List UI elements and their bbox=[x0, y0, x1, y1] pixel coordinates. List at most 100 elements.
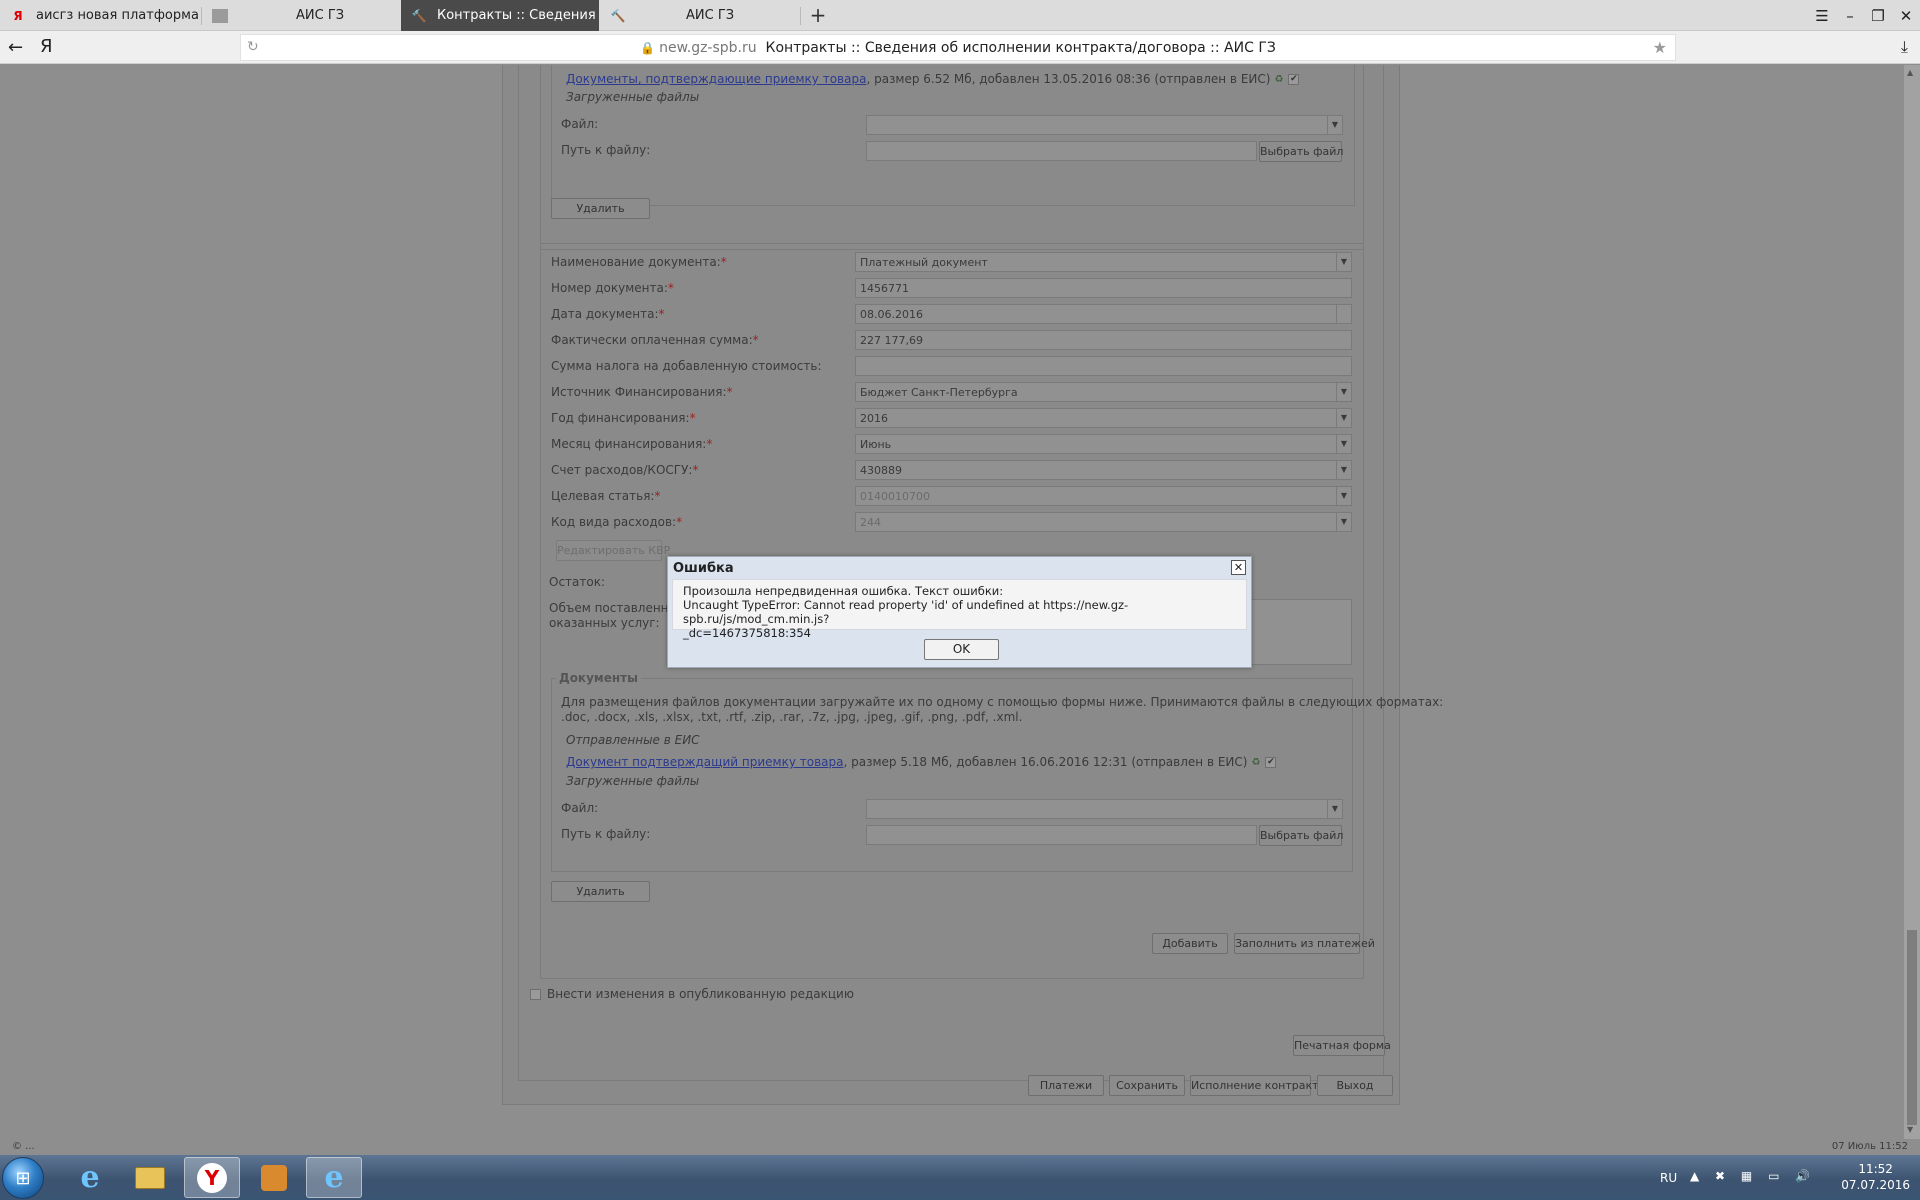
print-form-button[interactable]: Печатная форма bbox=[1293, 1035, 1391, 1056]
lower-choose-file-button[interactable]: Выбрать файл bbox=[1259, 825, 1343, 846]
back-arrow-icon[interactable]: ← bbox=[8, 37, 23, 58]
upper-delete-button[interactable]: Удалить bbox=[551, 198, 650, 219]
chevron-down-icon[interactable]: ▼ bbox=[1337, 461, 1351, 479]
status-left: © ... bbox=[12, 1141, 35, 1152]
chevron-down-icon[interactable]: ▼ bbox=[1336, 253, 1351, 271]
exit-button[interactable]: Выход bbox=[1317, 1075, 1393, 1096]
publish-changes-option[interactable]: Внести изменения в опубликованную редакц… bbox=[530, 987, 854, 1001]
internet-explorer-active-icon[interactable]: e bbox=[306, 1157, 362, 1198]
doc-name-select[interactable]: Платежный документ bbox=[855, 252, 1352, 272]
restore-icon[interactable]: ❐ bbox=[1864, 7, 1892, 25]
bookmark-star-icon[interactable]: ★ bbox=[1653, 38, 1667, 57]
hammer-icon: 🔨 bbox=[610, 8, 626, 23]
upper-file-link[interactable]: Документы, подтверждающие приемку товара bbox=[566, 72, 866, 86]
media-player-icon[interactable] bbox=[246, 1157, 302, 1198]
doc-number-label: Номер документа:* bbox=[551, 281, 674, 295]
page-scrollbar[interactable]: ▲ ▼ bbox=[1904, 65, 1920, 1139]
funding-month-select[interactable]: Июнь bbox=[855, 434, 1352, 454]
page-title: Контракты :: Сведения об исполнении конт… bbox=[765, 40, 1276, 56]
contract-execution-button[interactable]: Исполнение контракта bbox=[1190, 1075, 1325, 1096]
funding-year-arrow[interactable]: ▼ bbox=[1336, 408, 1352, 428]
account-select[interactable]: 430889 bbox=[855, 460, 1352, 480]
save-button[interactable]: Сохранить bbox=[1109, 1075, 1185, 1096]
upper-sent-file: Документы, подтверждающие приемку товара… bbox=[566, 72, 1300, 86]
calendar-icon[interactable] bbox=[1336, 304, 1352, 324]
publish-changes-checkbox[interactable] bbox=[530, 989, 541, 1000]
tab-separator bbox=[800, 7, 801, 25]
tab-aisgz-search[interactable]: Я аисгз новая платформа — bbox=[0, 0, 200, 31]
upper-path-label: Путь к файлу: bbox=[561, 143, 651, 157]
chevron-down-icon[interactable]: ▼ bbox=[1327, 116, 1342, 134]
chevron-down-icon[interactable]: ▼ bbox=[1337, 435, 1351, 453]
internet-explorer-icon[interactable]: e bbox=[62, 1157, 118, 1198]
upload-instructions-line2: .doc, .docx, .xls, .xlsx, .txt, .rtf, .z… bbox=[561, 710, 1023, 724]
tray-icons[interactable]: ▲ ✖ ▦ ▭ 🔊 bbox=[1690, 1169, 1816, 1183]
ok-button[interactable]: OK bbox=[924, 639, 999, 660]
chevron-down-icon[interactable]: ▼ bbox=[1337, 409, 1351, 427]
doc-date-label: Дата документа:* bbox=[551, 307, 665, 321]
language-indicator[interactable]: RU bbox=[1660, 1171, 1677, 1185]
new-tab-icon[interactable]: + bbox=[806, 3, 830, 27]
fill-from-payments-button[interactable]: Заполнить из платежей bbox=[1234, 933, 1375, 954]
tab-contracts-active[interactable]: 🔨 Контракты :: Сведения о ✕ bbox=[401, 0, 599, 31]
scroll-down-icon[interactable]: ▼ bbox=[1907, 1125, 1913, 1134]
lower-file-select[interactable]: ▼ bbox=[866, 799, 1343, 819]
funding-month-arrow[interactable]: ▼ bbox=[1336, 434, 1352, 454]
close-icon[interactable]: ✕ bbox=[1231, 560, 1246, 575]
paid-sum-input[interactable]: 227 177,69 bbox=[855, 330, 1352, 350]
clock-time: 11:52 bbox=[1858, 1162, 1893, 1176]
download-icon[interactable]: ⤓ bbox=[1901, 37, 1908, 57]
publish-changes-label: Внести изменения в опубликованную редакц… bbox=[547, 987, 854, 1001]
payments-button[interactable]: Платежи bbox=[1028, 1075, 1104, 1096]
minimize-icon[interactable]: – bbox=[1836, 7, 1864, 25]
browser-tab-bar: Я аисгз новая платформа — АИС ГЗ 🔨 Контр… bbox=[0, 0, 1920, 31]
address-bar: ← Я ↻ 🔒 new.gz-spb.ru Контракты :: Сведен… bbox=[0, 31, 1920, 64]
file-explorer-icon[interactable] bbox=[122, 1157, 178, 1198]
doc-number-input[interactable]: 1456771 bbox=[855, 278, 1352, 298]
chevron-down-icon[interactable]: ▼ bbox=[1327, 800, 1342, 818]
yandex-browser-icon[interactable]: Y bbox=[184, 1157, 240, 1198]
target-select: 0140010700 bbox=[855, 486, 1352, 506]
tab-ais-gz-2[interactable]: 🔨 АИС ГЗ bbox=[600, 0, 800, 31]
funding-source-label: Источник Финансирования:* bbox=[551, 385, 733, 399]
funding-source-arrow[interactable]: ▼ bbox=[1336, 382, 1352, 402]
yandex-home-icon[interactable]: Я bbox=[40, 36, 53, 57]
checkbox-icon[interactable]: ✔ bbox=[1265, 757, 1277, 768]
menu-icon[interactable]: ☰ bbox=[1808, 7, 1836, 25]
lower-delete-button[interactable]: Удалить bbox=[551, 881, 650, 902]
scrollbar-thumb[interactable] bbox=[1907, 930, 1917, 1125]
add-button[interactable]: Добавить bbox=[1152, 933, 1228, 954]
lower-path-label: Путь к файлу: bbox=[561, 827, 651, 841]
clock[interactable]: 11:52 07.07.2016 bbox=[1841, 1161, 1910, 1193]
lower-file-link[interactable]: Документ подтверждащий приемку товара bbox=[566, 755, 843, 769]
account-arrow[interactable]: ▼ bbox=[1336, 460, 1352, 480]
doc-name-dropdown-arrow[interactable]: ▼ bbox=[1336, 252, 1352, 272]
funding-source-select[interactable]: Бюджет Санкт-Петербурга bbox=[855, 382, 1352, 402]
dialog-message-line1: Произошла непредвиденная ошибка. Текст о… bbox=[683, 584, 1004, 598]
lower-path-input[interactable] bbox=[866, 825, 1257, 845]
dialog-title: Ошибка bbox=[673, 561, 734, 576]
scroll-up-icon[interactable]: ▲ bbox=[1907, 68, 1913, 77]
windows-start-icon[interactable]: ⊞ bbox=[2, 1157, 44, 1199]
error-dialog: Ошибка ✕ Произошла непредвиденная ошибка… bbox=[667, 556, 1252, 668]
tab-ais-gz-1[interactable]: АИС ГЗ bbox=[202, 0, 400, 31]
yandex-icon: Я bbox=[13, 8, 23, 23]
vat-input[interactable] bbox=[855, 356, 1352, 376]
upper-choose-file-button[interactable]: Выбрать файл bbox=[1259, 141, 1343, 162]
remainder-label: Остаток: bbox=[549, 575, 606, 589]
expense-code-select: 244 bbox=[855, 512, 1352, 532]
funding-year-label: Год финансирования:* bbox=[551, 411, 696, 425]
checkbox-icon[interactable]: ✔ bbox=[1288, 74, 1300, 85]
paid-sum-label: Фактически оплаченная сумма:* bbox=[551, 333, 759, 347]
upper-uploaded-label: Загруженные файлы bbox=[566, 90, 700, 104]
upper-file-select[interactable]: ▼ bbox=[866, 115, 1343, 135]
url-field[interactable]: ↻ 🔒 new.gz-spb.ru Контракты :: Сведения о… bbox=[240, 34, 1676, 61]
doc-date-input[interactable]: 08.06.2016 bbox=[855, 304, 1352, 324]
upper-path-input[interactable] bbox=[866, 141, 1257, 161]
funding-year-select[interactable]: 2016 bbox=[855, 408, 1352, 428]
windows-taskbar: ⊞ e Y e RU ▲ ✖ ▦ ▭ 🔊 11:52 07.07.2016 bbox=[0, 1155, 1920, 1200]
close-window-icon[interactable]: ✕ bbox=[1892, 7, 1920, 25]
chevron-down-icon[interactable]: ▼ bbox=[1337, 383, 1351, 401]
url-host: new.gz-spb.ru bbox=[659, 40, 757, 56]
upper-documents-fieldset bbox=[551, 65, 1355, 206]
